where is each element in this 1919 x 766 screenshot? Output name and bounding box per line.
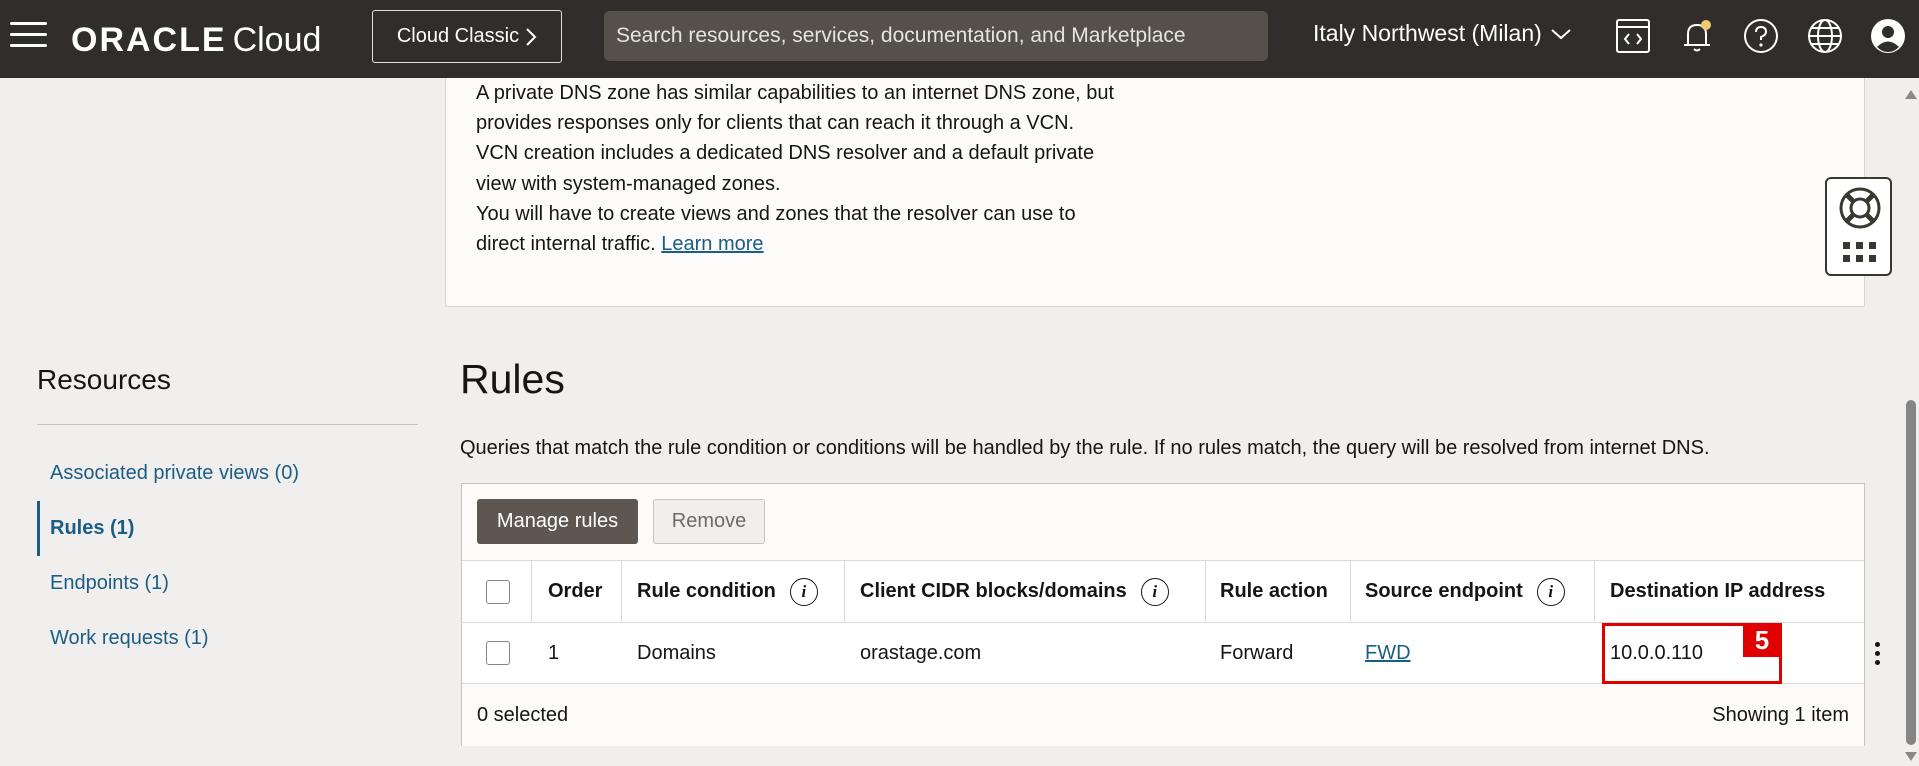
client-cidr-info-icon[interactable]: i	[1140, 577, 1169, 606]
cell-order: 1	[548, 641, 560, 664]
client-cidr-label: Client CIDR blocks/domains	[860, 580, 1127, 602]
info-line: A private DNS zone has similar capabilit…	[476, 82, 1115, 104]
info-last-line: direct internal traffic.	[476, 233, 656, 256]
select-all-checkbox[interactable]	[486, 579, 510, 604]
resources-heading: Resources	[37, 364, 171, 395]
column-header-client-cidr[interactable]: Client CIDR blocks/domains i	[860, 561, 1169, 622]
column-divider	[531, 561, 532, 622]
resource-item-endpoints[interactable]: Endpoints (1)	[37, 556, 418, 611]
info-line: provides responses only for clients that…	[476, 112, 1075, 135]
resources-divider	[37, 424, 418, 425]
lifebuoy-icon[interactable]	[1837, 185, 1883, 231]
cloud-classic-button[interactable]: Cloud Classic	[372, 10, 562, 63]
learn-more-link[interactable]: Learn more	[661, 233, 763, 255]
menu-icon[interactable]	[10, 22, 47, 50]
column-divider	[1350, 561, 1351, 622]
scroll-up-arrow-icon[interactable]	[1905, 90, 1917, 99]
row-select-cell	[486, 623, 510, 683]
info-line: direct internal traffic. Learn more	[476, 229, 1176, 259]
column-divider	[1205, 561, 1206, 622]
top-navigation-bar: ORACLECloud Cloud Classic Italy Northwes…	[0, 0, 1919, 78]
private-dns-info-panel: A private DNS zone has similar capabilit…	[445, 78, 1865, 307]
cell-source-endpoint: FWD	[1365, 623, 1411, 683]
chevron-down-icon	[1551, 28, 1571, 39]
column-divider	[621, 561, 622, 622]
logo-product: Cloud	[232, 21, 322, 59]
rules-table: Manage rules Remove Order Rule condition…	[461, 483, 1880, 746]
column-header-source-endpoint[interactable]: Source endpoint i	[1365, 561, 1565, 622]
apps-grid-icon[interactable]	[1843, 242, 1877, 264]
cell-client-cidr: orastage.com	[860, 641, 982, 664]
column-header-destination-ip[interactable]: Destination IP address	[1610, 561, 1825, 622]
bell-icon[interactable]	[1677, 16, 1717, 56]
cell-rule-action: Forward	[1220, 641, 1294, 664]
user-avatar-icon[interactable]	[1868, 16, 1908, 56]
oracle-cloud-logo[interactable]: ORACLE Cloud	[71, 20, 321, 60]
chevron-right-icon	[526, 27, 537, 46]
row-checkbox[interactable]	[486, 641, 510, 665]
rule-condition-label: Rule condition	[637, 580, 776, 602]
resource-item-rules[interactable]: Rules (1)	[37, 501, 418, 556]
table-header: Order Rule condition i Client CIDR blocks…	[462, 561, 1864, 623]
resources-list: Associated private views (0) Rules (1) E…	[37, 446, 418, 666]
column-header-rule-action[interactable]: Rule action	[1220, 561, 1328, 622]
scroll-down-arrow-icon[interactable]	[1905, 752, 1917, 761]
region-label: Italy Northwest (Milan)	[1313, 20, 1542, 46]
scrollbar-thumb[interactable]	[1906, 400, 1916, 745]
rules-description: Queries that match the rule condition or…	[460, 437, 1710, 459]
column-header-rule-condition[interactable]: Rule condition i	[637, 561, 818, 622]
remove-button[interactable]: Remove	[653, 499, 765, 544]
rules-heading: Rules	[460, 356, 565, 402]
selected-count: 0 selected	[477, 704, 569, 726]
logo-brand: ORACLE	[71, 21, 227, 59]
source-endpoint-info-icon[interactable]: i	[1536, 577, 1565, 606]
showing-count: Showing 1 item	[1712, 704, 1849, 726]
code-editor-icon[interactable]	[1613, 16, 1653, 56]
cloud-classic-label: Cloud Classic	[396, 25, 520, 47]
source-endpoint-link[interactable]: FWD	[1365, 642, 1411, 665]
region-selector[interactable]: Italy Northwest (Milan)	[1313, 20, 1572, 47]
rule-condition-info-icon[interactable]: i	[789, 577, 818, 606]
select-all-cell	[486, 561, 510, 622]
resource-item-associated-private-views[interactable]: Associated private views (0)	[37, 446, 418, 501]
column-divider	[1594, 561, 1595, 622]
source-endpoint-label: Source endpoint	[1365, 580, 1523, 602]
info-line: VCN creation includes a dedicated DNS re…	[476, 142, 1095, 165]
info-line: You will have to create views and zones …	[476, 202, 1076, 225]
search-input[interactable]	[604, 11, 1268, 61]
step-badge: 5	[1743, 623, 1781, 657]
globe-icon[interactable]	[1805, 16, 1845, 56]
table-row[interactable]: 1 Domains orastage.com Forward FWD 10.0.…	[462, 623, 1880, 684]
table-toolbar: Manage rules Remove	[462, 484, 1864, 561]
table-footer: 0 selected Showing 1 item	[462, 684, 1864, 746]
info-line: view with system-managed zones.	[476, 172, 781, 195]
help-widget[interactable]	[1825, 177, 1892, 276]
column-divider	[844, 561, 845, 622]
column-header-order[interactable]: Order	[548, 561, 602, 622]
help-icon[interactable]	[1741, 16, 1781, 56]
row-actions-kebab-icon[interactable]	[1875, 642, 1881, 666]
info-description: A private DNS zone has similar capabilit…	[476, 78, 1176, 259]
cell-rule-condition: Domains	[637, 641, 716, 664]
manage-rules-button[interactable]: Manage rules	[477, 499, 638, 544]
resource-item-work-requests[interactable]: Work requests (1)	[37, 611, 418, 666]
